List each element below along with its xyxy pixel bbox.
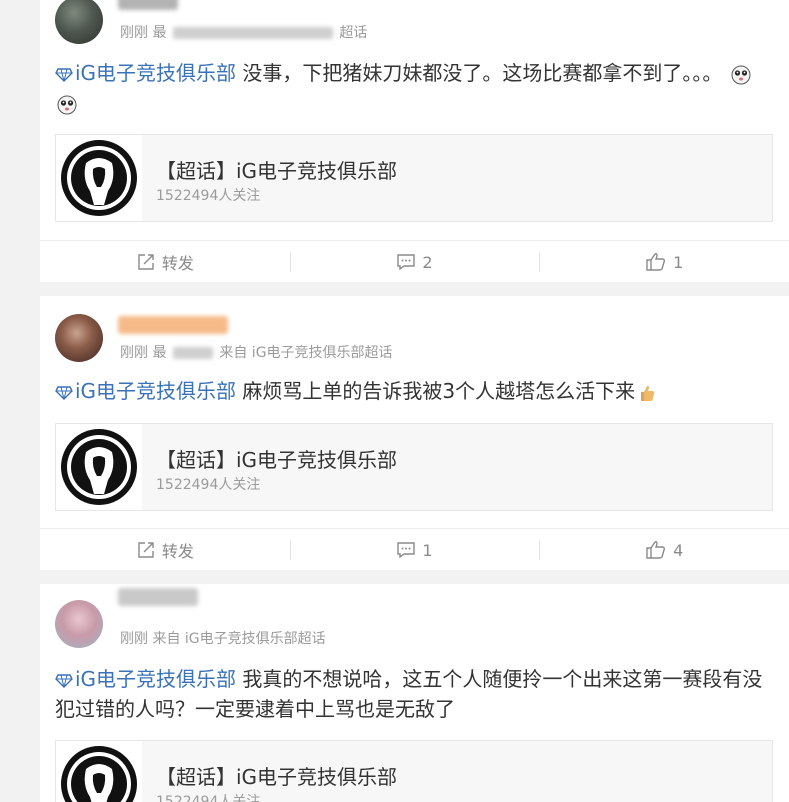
post-time: 刚刚 [120,25,148,41]
blurred-text [172,27,333,39]
topic-followers: 1522494人关注 [156,477,261,493]
emoji-icon [731,65,751,84]
like-button[interactable]: 4 [539,529,789,571]
topic-followers: 1522494人关注 [156,794,261,802]
action-bar: 转发 2 1 [40,240,789,283]
topic-link[interactable]: iG电子竞技俱乐部 [75,61,236,85]
repost-label: 转发 [161,542,194,561]
diamond-icon [55,385,73,400]
post-meta: 刚刚 来自 iG电子竞技俱乐部超话 [120,628,326,648]
ig-logo [56,135,142,221]
thumbs-up-icon [646,253,666,271]
avatar[interactable] [55,600,103,648]
comment-button[interactable]: 1 [289,529,540,571]
repost-button[interactable]: 转发 [40,241,290,283]
post-meta: 刚刚 最 超话 [120,22,367,42]
username-blurred[interactable] [118,0,178,10]
post-meta: 刚刚 最 来自 iG电子竞技俱乐部超话 [120,342,393,362]
post-card: 刚刚 最 超话 iG电子竞技俱乐部 没事，下把猪妹刀妹都没了。这场比赛都拿不到了… [40,0,789,282]
post-card: 刚刚 来自 iG电子竞技俱乐部超话 iG电子竞技俱乐部 我真的不想说哈，这五个人… [40,584,789,802]
post-source: 来自 iG电子竞技俱乐部超话 [219,345,393,361]
post-body: 没事，下把猪妹刀妹都没了。这场比赛都拿不到了。。。 [236,61,723,85]
topic-card[interactable]: 【超话】iG电子竞技俱乐部 1522494人关注 [55,740,773,802]
topic-title: 【超话】iG电子竞技俱乐部 [156,448,398,472]
username-blurred[interactable] [118,588,198,606]
comment-icon [397,254,416,271]
topic-card[interactable]: 【超话】iG电子竞技俱乐部 1522494人关注 [55,134,773,222]
weibo-feed: 刚刚 最 超话 iG电子竞技俱乐部 没事，下把猪妹刀妹都没了。这场比赛都拿不到了… [0,0,789,802]
post-source: 来自 iG电子竞技俱乐部超话 [152,631,326,647]
comment-count: 1 [422,540,433,560]
repost-label: 转发 [161,254,194,273]
ig-logo [56,741,142,802]
post-text: iG电子竞技俱乐部 没事，下把猪妹刀妹都没了。这场比赛都拿不到了。。。 [55,58,771,118]
comment-icon [397,542,416,559]
post-time: 刚刚 [120,345,148,361]
ig-logo [56,424,142,510]
like-count: 1 [673,252,684,272]
post-text: iG电子竞技俱乐部 我真的不想说哈，这五个人随便拎一个出来这第一赛段有没犯过错的… [55,664,771,724]
topic-link[interactable]: iG电子竞技俱乐部 [75,667,236,691]
topic-title: 【超话】iG电子竞技俱乐部 [156,159,398,183]
username-blurred[interactable] [118,316,228,334]
comment-button[interactable]: 2 [289,241,540,283]
repost-button[interactable]: 转发 [40,529,290,571]
like-button[interactable]: 1 [539,241,789,283]
post-meta-prefix: 最 [152,25,167,41]
post-source: 超话 [339,25,368,41]
post-meta-prefix: 最 [152,345,167,361]
topic-link[interactable]: iG电子竞技俱乐部 [75,379,236,403]
topic-title: 【超话】iG电子竞技俱乐部 [156,765,398,789]
post-body: 麻烦骂上单的告诉我被3个人越塔怎么活下来 [236,379,636,403]
thumbs-up-icon [646,541,666,559]
post-text: iG电子竞技俱乐部 麻烦骂上单的告诉我被3个人越塔怎么活下来 [55,376,771,406]
topic-followers: 1522494人关注 [156,188,261,204]
post-time: 刚刚 [120,631,148,647]
emoji-icon [57,95,77,114]
blurred-text [172,347,213,359]
post-card: 刚刚 最 来自 iG电子竞技俱乐部超话 iG电子竞技俱乐部 麻烦骂上单的告诉我被… [40,296,789,570]
avatar[interactable] [55,0,103,44]
topic-card[interactable]: 【超话】iG电子竞技俱乐部 1522494人关注 [55,423,773,511]
thumbs-up-emoji-icon [641,385,655,401]
diamond-icon [55,67,73,82]
like-count: 4 [673,540,684,560]
comment-count: 2 [422,252,433,272]
action-bar: 转发 1 4 [40,528,789,571]
share-icon [138,542,154,558]
share-icon [138,254,154,270]
avatar[interactable] [55,314,103,362]
diamond-icon [55,673,73,688]
